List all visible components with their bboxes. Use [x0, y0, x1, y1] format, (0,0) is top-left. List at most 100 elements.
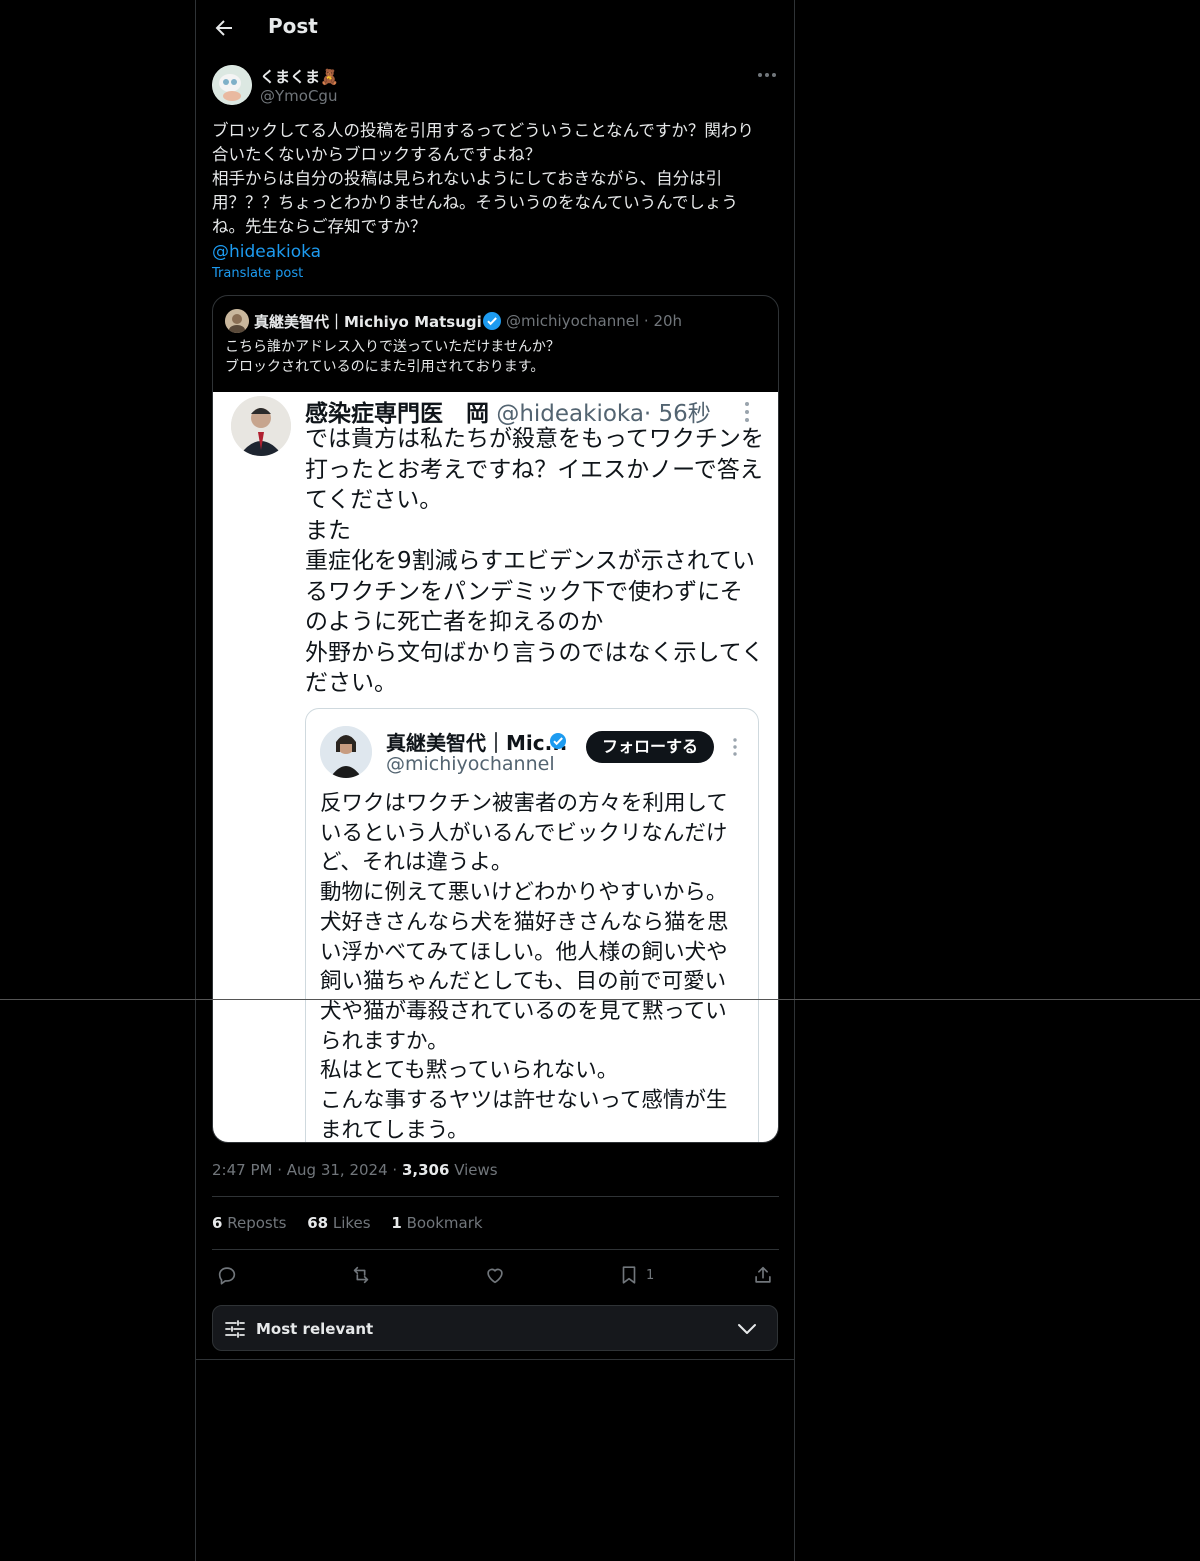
card-text-line: られますか。 — [320, 1028, 449, 1054]
mention-link[interactable]: @hideakioka — [212, 240, 321, 264]
reply-button[interactable] — [216, 1263, 238, 1287]
reposts-count: 6 — [212, 1214, 223, 1232]
quoted-post[interactable]: 真継美智代｜Michiyo Matsugi @michiyochannel · … — [212, 295, 779, 1143]
likes-count: 68 — [307, 1214, 329, 1232]
card-text-line: 私はとても黙っていられない。 — [320, 1058, 619, 1084]
bookmarks-stat[interactable]: 1 Bookmark — [391, 1214, 482, 1232]
verified-badge — [482, 311, 502, 331]
screenshot-text-line: では貴方は私たちが殺意をもってワクチンを — [305, 426, 764, 452]
screenshot-avatar — [231, 396, 291, 456]
card-follow-button: フォローする — [586, 731, 714, 763]
divider — [196, 1359, 794, 1360]
post-time[interactable]: 2:47 PM — [212, 1161, 272, 1179]
quoted-post-time: · 20h — [643, 312, 683, 330]
quoted-author-name: 真継美智代｜Michiyo Matsugi — [254, 313, 482, 331]
reply-sort-dropdown[interactable]: Most relevant — [212, 1305, 778, 1351]
more-button[interactable] — [756, 66, 778, 84]
screenshot-text-line: ださい。 — [305, 670, 397, 696]
screenshot-text-line: 外野から文句ばかり言うのではなく示してく — [305, 639, 765, 666]
card-verified-badge — [548, 731, 568, 751]
divider — [212, 1249, 779, 1250]
back-button[interactable] — [212, 16, 236, 40]
repost-icon — [353, 1266, 369, 1284]
quoted-text-line: ブロックされているのにまた引用されております。 — [225, 359, 545, 375]
card-text-line: 飼い猫ちゃんだとしても、目の前で可愛い — [320, 969, 727, 995]
card-more-icon — [732, 737, 738, 757]
post-text-line: ね。先生ならご存知ですか？ — [212, 217, 427, 236]
share-icon — [755, 1266, 771, 1283]
screenshot-avatar-image — [231, 396, 291, 456]
translate-post-link[interactable]: Translate post — [212, 266, 303, 281]
author-avatar[interactable] — [212, 65, 252, 105]
avatar-image — [212, 65, 252, 105]
post-text-line: 合いたくないからブロックするんですよね？ — [212, 145, 542, 164]
reposts-label: Reposts — [227, 1214, 287, 1232]
quoted-author-handle-time: @michiyochannel · 20h — [506, 312, 682, 330]
screenshot-header: 感染症専門医 岡 @hideakioka· 56秒 — [305, 394, 711, 428]
quoted-screenshot-image[interactable]: 感染症専門医 岡 @hideakioka· 56秒 では貴方は私たちが殺意をもっ… — [213, 392, 778, 1143]
engagement-stats: 6 Reposts 68 Likes 1 Bookmark — [212, 1214, 499, 1232]
likes-stat[interactable]: 68 Likes — [307, 1214, 370, 1232]
page-title: Post — [268, 14, 318, 38]
verified-icon — [483, 312, 501, 330]
sort-label: Most relevant — [256, 1320, 374, 1338]
card-text-line: まれてしまう。 — [320, 1117, 469, 1143]
card-text-line: 犬好きさんなら犬を猫好きさんなら猫を思 — [320, 909, 729, 935]
like-button[interactable] — [484, 1263, 506, 1287]
post-date[interactable]: Aug 31, 2024 — [287, 1161, 388, 1179]
screenshot-text-line: るワクチンをパンデミック下で使わずにそ — [305, 578, 743, 605]
card-author-handle: @michiyochannel — [386, 753, 555, 775]
post-text-line: ブロックしてる人の投稿を引用するってどういうことなんですか？関わり — [212, 121, 754, 140]
screenshot-more-icon — [743, 400, 751, 424]
likes-label: Likes — [332, 1214, 371, 1232]
post-meta: 2:47 PM · Aug 31, 2024 · 3,306 Views — [212, 1161, 498, 1179]
like-icon — [487, 1268, 503, 1284]
card-text-line: いるという人がいるんでビックリなんだけ — [320, 820, 728, 846]
bookmarks-label: Bookmark — [406, 1214, 483, 1232]
screenshot-text-line: また — [305, 517, 351, 544]
views-label: Views — [454, 1161, 498, 1179]
post-text-line: 用？？？ちょっとわかりませんね。そういうのをなんていうんでしょう — [212, 193, 738, 212]
verified-icon — [550, 733, 566, 749]
divider — [212, 1196, 779, 1197]
chevron-down-icon — [738, 1324, 756, 1334]
card-avatar-image — [320, 726, 372, 778]
more-icon — [758, 73, 776, 77]
card-avatar — [320, 726, 372, 778]
bookmark-button[interactable]: 1 — [618, 1263, 654, 1287]
card-text-line: こんな事するヤツは許せないって感情が生 — [320, 1088, 728, 1114]
screenshot-text-line: のように死亡者を抑えるのか — [305, 609, 604, 635]
screenshot-seam-line — [0, 999, 1200, 1000]
quoted-author-avatar — [225, 309, 249, 333]
more-vertical-icon — [745, 402, 749, 422]
reply-icon — [218, 1267, 236, 1285]
bookmarks-count: 1 — [391, 1214, 402, 1232]
card-text-line: 犬や猫が毒殺されているのを見て黙ってい — [320, 998, 727, 1024]
quoted-text-line: こちら誰かアドレス入りで送っていただけませんか？ — [225, 339, 560, 355]
page-header: Post — [196, 0, 794, 55]
repost-button[interactable] — [350, 1263, 372, 1287]
quoted-avatar-image — [225, 309, 249, 333]
screenshot-text-line: 打ったとお考えですね？イエスかノーで答え — [305, 456, 763, 483]
post-text-line: 相手からは自分の投稿は見られないようにしておきながら、自分は引 — [212, 169, 723, 188]
screenshot-text-line: 重症化を9割減らすエビデンスが示されてい — [305, 548, 756, 574]
bookmark-icon — [622, 1266, 636, 1284]
bookmark-count: 1 — [646, 1267, 655, 1283]
card-text: 反ワクはワクチン被害者の方々を利用して いるという人がいるんでビックリなんだけ … — [320, 789, 750, 1143]
quoted-author-handle: @michiyochannel — [506, 312, 640, 330]
card-text-line: い浮かべてみてほしい。他人様の飼い犬や — [320, 939, 728, 965]
meta-separator: · — [277, 1161, 287, 1179]
quoted-post-text: こちら誰かアドレス入りで送っていただけませんか？ ブロックされているのにまた引用… — [225, 337, 765, 377]
post-text: ブロックしてる人の投稿を引用するってどういうことなんですか？関わり 合いたくない… — [212, 119, 780, 239]
card-text-line: ど、それは違うよ。 — [320, 850, 513, 876]
author-handle[interactable]: @YmoCgu — [260, 87, 337, 105]
meta-separator: · — [392, 1161, 402, 1179]
share-button[interactable] — [752, 1263, 774, 1287]
sliders-icon — [225, 1320, 245, 1338]
reposts-stat[interactable]: 6 Reposts — [212, 1214, 286, 1232]
screenshot-embedded-card: 真継美智代｜Mic... @michiyochannel フォローする 反ワクは… — [305, 708, 759, 1143]
views-count: 3,306 — [401, 1161, 450, 1179]
card-author-name: 真継美智代｜Mic... — [386, 731, 568, 755]
author-name[interactable]: くまくま🧸 — [260, 66, 339, 87]
post-column: Post くまくま🧸 @YmoCgu ブロックしてる人の投稿を引用するってどうい… — [195, 0, 795, 1561]
